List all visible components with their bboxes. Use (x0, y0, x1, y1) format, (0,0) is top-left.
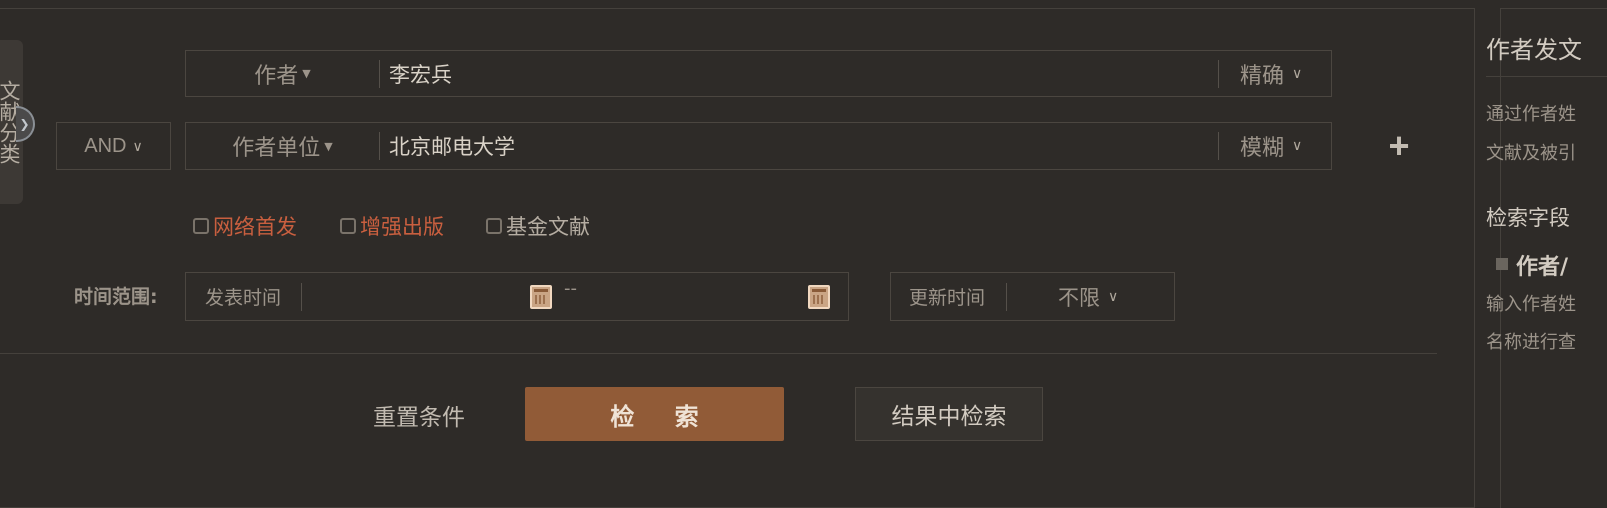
reset-button[interactable]: 重置条件 (373, 398, 465, 432)
date-separator: -- (564, 278, 577, 299)
search-input-2[interactable]: 北京邮电大学 (389, 123, 1209, 169)
help-item: 作者/ (1516, 255, 1569, 280)
search-row-2: 作者单位 ▼ 北京邮电大学 模糊 ∨ (185, 122, 1332, 170)
update-time-filter: 更新时间 不限 ∨ (890, 272, 1175, 321)
checkbox-label: 增强出版 (360, 215, 444, 239)
chevron-down-icon: ∨ (1108, 288, 1119, 305)
update-time-label: 更新时间 (909, 287, 986, 309)
help-subtitle: 检索字段 (1486, 206, 1570, 230)
divider (379, 60, 380, 88)
help-text: 文献及被引 (1486, 143, 1576, 164)
match-select-1[interactable]: 精确 ∨ (1240, 51, 1302, 96)
divider (1218, 132, 1219, 160)
field-select-label: 作者单位 (232, 136, 321, 161)
field-select-label: 作者 (254, 63, 299, 89)
search-input-value: 李宏兵 (389, 62, 452, 87)
chevron-down-icon: ∨ (1292, 65, 1303, 82)
search-row-1: 作者 ▼ 李宏兵 精确 ∨ (185, 50, 1332, 97)
checkbox-enhanced-publish[interactable]: 增强出版 (340, 212, 444, 240)
bullet-icon (1496, 258, 1508, 270)
match-select-2[interactable]: 模糊 ∨ (1240, 123, 1302, 169)
caret-down-icon: ▼ (302, 67, 311, 80)
divider (301, 283, 302, 311)
divider (379, 132, 380, 160)
help-text: 输入作者姓 (1486, 294, 1576, 315)
add-row-icon[interactable]: + (1385, 128, 1413, 164)
search-button[interactable]: 检 索 (525, 387, 784, 441)
caret-down-icon: ▼ (324, 139, 333, 153)
calendar-icon[interactable] (530, 285, 552, 309)
update-time-value: 不限 (1058, 285, 1100, 310)
match-select-label: 精确 (1240, 63, 1285, 89)
chevron-down-icon: ∨ (132, 137, 143, 154)
help-title: 作者发文 (1486, 36, 1582, 64)
checkbox-online-first[interactable]: 网络首发 (193, 212, 297, 240)
help-text: 名称进行查 (1486, 332, 1576, 353)
divider (1006, 283, 1007, 311)
publish-time-label: 发表时间 (205, 287, 282, 309)
calendar-icon[interactable] (808, 285, 830, 309)
help-text: 通过作者姓 (1486, 104, 1576, 125)
field-select-2[interactable]: 作者单位 ▼ (186, 123, 379, 169)
field-select-1[interactable]: 作者 ▼ (186, 51, 379, 96)
logic-select[interactable]: AND ∨ (56, 122, 171, 170)
logic-select-label: AND (84, 134, 127, 157)
time-range-label: 时间范围: (74, 286, 158, 308)
divider (1218, 60, 1219, 88)
section-divider (0, 353, 1437, 354)
search-input-1[interactable]: 李宏兵 (389, 51, 1209, 96)
update-time-select[interactable]: 不限 ∨ (1058, 273, 1118, 320)
checkbox[interactable] (486, 218, 502, 234)
checkbox[interactable] (340, 218, 356, 234)
checkbox-label: 网络首发 (213, 215, 297, 239)
search-in-results-button[interactable]: 结果中检索 (855, 387, 1043, 441)
chevron-down-icon: ∨ (1292, 138, 1303, 154)
checkbox-fund-literature[interactable]: 基金文献 (486, 212, 590, 240)
help-divider (1486, 76, 1607, 77)
checkbox-label: 基金文献 (506, 215, 590, 239)
publish-date-range: 发表时间 (185, 272, 849, 321)
search-input-value: 北京邮电大学 (389, 135, 515, 159)
checkbox[interactable] (193, 218, 209, 234)
match-select-label: 模糊 (1240, 136, 1285, 161)
